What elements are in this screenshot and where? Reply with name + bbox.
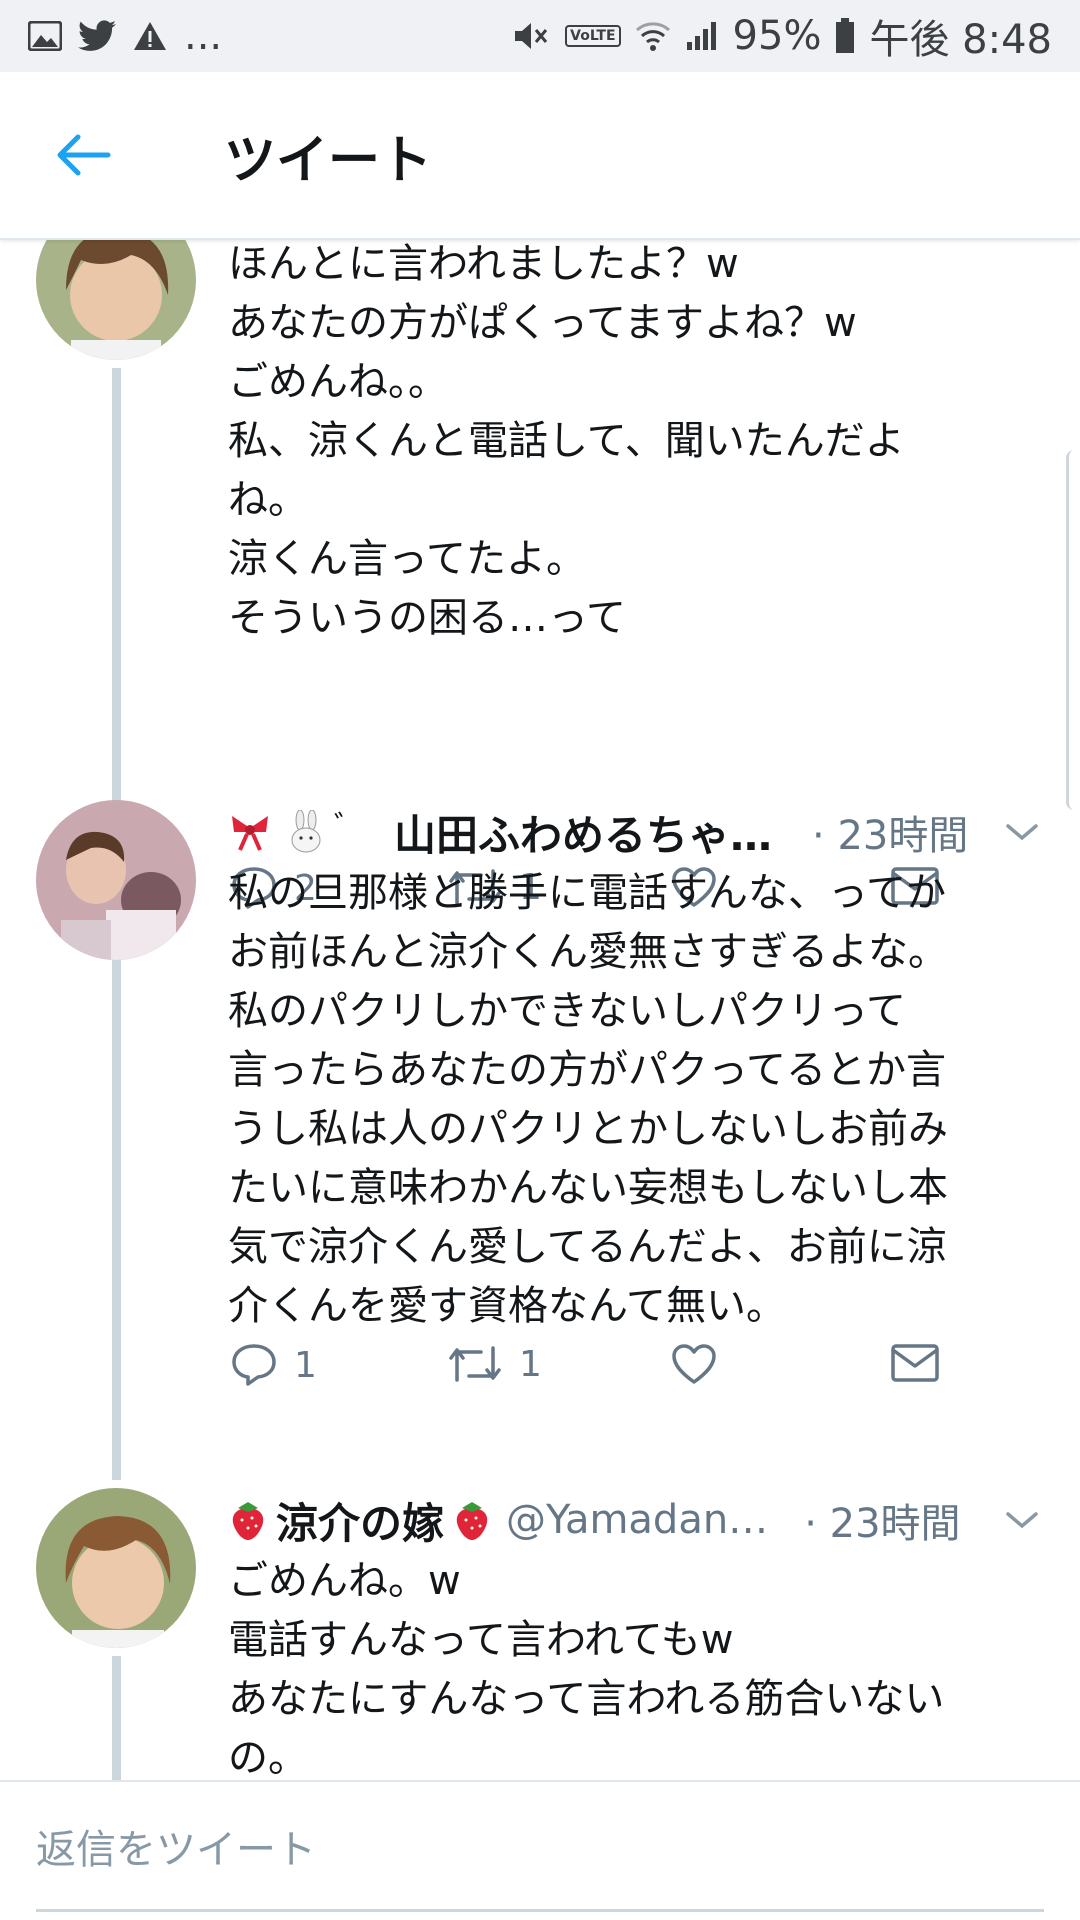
chevron-down-icon[interactable] — [1004, 1508, 1040, 1532]
timestamp[interactable]: · 23時間 — [812, 803, 968, 861]
battery-percent: 95% — [732, 13, 822, 59]
signal-icon — [686, 22, 716, 50]
like-button[interactable] — [670, 1342, 718, 1386]
warning-icon — [134, 22, 166, 50]
display-name[interactable]: 涼介の嫁 — [276, 1490, 444, 1551]
volte-badge: VoLTE — [565, 25, 621, 47]
display-name[interactable]: 山田ふわめるちゃ… — [394, 802, 772, 863]
envelope-icon — [891, 1344, 939, 1382]
ribbon-emoji-icon — [232, 816, 268, 851]
rabbit-emoji-icon — [291, 810, 321, 853]
tweet-content: ゛ 山田ふわめるちゃ… · 23時間 私の旦那様と勝手に電話すんな、ってか お前… — [228, 800, 1040, 1336]
twitter-bird-icon — [78, 20, 116, 51]
thread-line — [112, 1656, 121, 1780]
tweet-text: ごめんね。w 電話すんなって言われてもw あなたにすんなって言われる筋合いない … — [228, 1558, 945, 1780]
page-title: ツイート — [224, 130, 433, 191]
battery-icon — [836, 18, 855, 53]
tweet-feed[interactable]: ほんとに言われましたよ？w あなたの方がぱくってますよね？w ごめんね。。 私、… — [0, 240, 1080, 1780]
reply-bar: 返信をツイート — [0, 1780, 1080, 1920]
retweet-button[interactable]: 1 — [447, 1342, 542, 1386]
avatar[interactable] — [36, 800, 196, 960]
gallery-icon — [28, 21, 62, 51]
scrollbar[interactable] — [1066, 450, 1080, 810]
chevron-down-icon[interactable] — [1004, 820, 1040, 844]
tweet-text: 私の旦那様と勝手に電話すんな、ってか お前ほんと涼介くん愛無さすぎるよな。 私の… — [228, 870, 948, 1329]
tweet-content: 涼介の嫁 @Yamadan… · 23時間 ごめんね。w 電話すんなって言われて… — [228, 1488, 1040, 1780]
retweet-count: 1 — [519, 1343, 542, 1385]
strawberry-emoji-icon — [456, 1502, 488, 1540]
tweet-2[interactable]: ゛ 山田ふわめるちゃ… · 23時間 私の旦那様と勝手に電話すんな、ってか お前… — [0, 800, 1080, 1480]
back-button[interactable] — [40, 111, 128, 199]
clock: 午後 8:48 — [869, 17, 1052, 63]
wifi-icon — [635, 22, 670, 51]
dm-button[interactable] — [890, 1342, 940, 1384]
status-right: VoLTE 95% 午後 8:48 — [511, 7, 1052, 65]
reply-count: 1 — [294, 1344, 317, 1386]
tweet-text: ほんとに言われましたよ？w あなたの方がぱくってますよね？w ごめんね。。 私、… — [228, 241, 905, 641]
status-bar: ... VoLTE 95% 午後 8:48 — [0, 0, 1080, 72]
tweet-header: ゛ 山田ふわめるちゃ… · 23時間 — [228, 800, 1040, 864]
reply-icon — [232, 1344, 276, 1386]
back-arrow-icon — [57, 134, 111, 176]
reply-button[interactable]: 1 — [230, 1342, 317, 1388]
mute-icon — [515, 23, 548, 49]
more-notifications: ... — [184, 13, 223, 59]
tweet-header: 涼介の嫁 @Yamadan… · 23時間 — [228, 1488, 1040, 1552]
status-left: ... — [28, 13, 222, 59]
tweet-content: ほんとに言われましたよ？w あなたの方がぱくってますよね？w ごめんね。。 私、… — [228, 240, 1040, 648]
thread-line — [112, 968, 121, 1480]
reply-input[interactable]: 返信をツイート — [36, 1782, 1044, 1912]
strawberry-emoji-icon — [232, 1502, 264, 1540]
tweet-3[interactable]: 涼介の嫁 @Yamadan… · 23時間 ごめんね。w 電話すんなって言われて… — [0, 1488, 1080, 1780]
timestamp[interactable]: · 23時間 — [804, 1491, 960, 1549]
dakuten-mark: ゛ — [334, 810, 364, 845]
header-bar: ツイート — [0, 72, 1080, 240]
user-handle[interactable]: @Yamadan… — [506, 1497, 768, 1543]
avatar[interactable] — [36, 240, 196, 360]
retweet-icon — [449, 1346, 501, 1382]
heart-icon — [672, 1344, 716, 1384]
avatar[interactable] — [36, 1488, 196, 1648]
